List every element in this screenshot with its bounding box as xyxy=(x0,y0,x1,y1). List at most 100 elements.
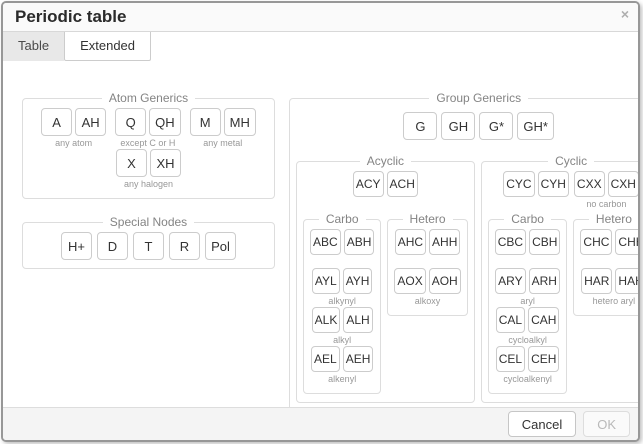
ah-button[interactable]: AH xyxy=(75,108,106,136)
special-nodes-legend: Special Nodes xyxy=(103,215,194,229)
left-column: Atom Generics A AH any atom Q xyxy=(22,91,275,269)
t-button[interactable]: T xyxy=(133,232,164,260)
cyclic-carbo-section: Carbo CBC CBH xyxy=(488,212,568,394)
acyclic-inner-row: Carbo ABC ABH xyxy=(303,212,468,394)
aoh-button[interactable]: AOH xyxy=(429,268,461,294)
r-button[interactable]: R xyxy=(169,232,200,260)
periodic-table-dialog: Periodic table × Table Extended Atom Gen… xyxy=(1,1,640,442)
hah-button[interactable]: HAH xyxy=(615,268,638,294)
q-button[interactable]: Q xyxy=(115,108,146,136)
button-pair: ABC ABH xyxy=(310,229,374,268)
page: Periodic table × Table Extended Atom Gen… xyxy=(0,0,643,444)
dialog-footer: Cancel OK xyxy=(3,407,638,440)
ahc-button[interactable]: AHC xyxy=(395,229,426,255)
x-button[interactable]: X xyxy=(116,149,147,177)
cah-button[interactable]: CAH xyxy=(528,307,559,333)
button-pair: ALK ALH alkyl xyxy=(312,307,373,346)
button-pair: AEL AEH alkenyl xyxy=(311,346,373,385)
button-pair: CHC CHH xyxy=(580,229,638,268)
pair-caption: any atom xyxy=(55,137,92,149)
alh-button[interactable]: ALH xyxy=(343,307,372,333)
cyclic-top-row: CYC CYH CXX CXH xyxy=(488,171,638,210)
qh-button[interactable]: QH xyxy=(149,108,181,136)
cxx-button[interactable]: CXX xyxy=(574,171,605,197)
acyclic-section: Acyclic ACY ACH xyxy=(296,154,475,403)
chh-button[interactable]: CHH xyxy=(615,229,638,255)
ceh-button[interactable]: CEH xyxy=(528,346,559,372)
ayh-button[interactable]: AYH xyxy=(343,268,373,294)
button-pair: CAL CAH cycloalkyl xyxy=(496,307,560,346)
button-pair: X XH any halogen xyxy=(116,149,181,190)
arh-button[interactable]: ARH xyxy=(529,268,560,294)
dialog-title: Periodic table xyxy=(3,3,638,31)
acyclic-top-row: ACY ACH xyxy=(303,171,468,210)
cbh-button[interactable]: CBH xyxy=(529,229,560,255)
group-generics-row: G GH G* GH* xyxy=(296,112,638,140)
m-button[interactable]: M xyxy=(190,108,221,136)
atom-generics-row-2: X XH any halogen xyxy=(29,149,268,190)
mh-button[interactable]: MH xyxy=(224,108,256,136)
pol-button[interactable]: Pol xyxy=(205,232,236,260)
cyc-button[interactable]: CYC xyxy=(503,171,534,197)
tab-table[interactable]: Table xyxy=(3,32,64,61)
pair-caption: hetero aryl xyxy=(593,295,636,307)
cyclic-hetero-legend: Hetero xyxy=(589,212,638,226)
a-button[interactable]: A xyxy=(41,108,72,136)
button-pair: AOX AOH alkoxy xyxy=(394,268,460,307)
pair-caption: alkyl xyxy=(333,334,351,346)
cyclic-hetero-section: Hetero CHC CHH xyxy=(573,212,638,316)
button-pair: ACY ACH xyxy=(353,171,418,210)
button-pair: A AH any atom xyxy=(41,108,106,149)
button-pair: CEL CEH cycloalkenyl xyxy=(496,346,560,385)
acyclic-hetero-legend: Hetero xyxy=(403,212,453,226)
h-plus-button[interactable]: H+ xyxy=(61,232,92,260)
ok-button[interactable]: OK xyxy=(583,411,630,437)
pair-caption: cycloalkyl xyxy=(508,334,547,346)
pair-caption: any halogen xyxy=(124,178,173,190)
pair-caption: cycloalkenyl xyxy=(503,373,552,385)
cal-button[interactable]: CAL xyxy=(496,307,525,333)
group-generics-subsections: Acyclic ACY ACH xyxy=(296,154,638,403)
ayl-button[interactable]: AYL xyxy=(312,268,340,294)
cyclic-legend: Cyclic xyxy=(548,154,594,168)
button-pair: ARY ARH aryl xyxy=(495,268,560,307)
cyh-button[interactable]: CYH xyxy=(538,171,569,197)
abh-button[interactable]: ABH xyxy=(344,229,375,255)
ach-button[interactable]: ACH xyxy=(387,171,418,197)
tab-extended[interactable]: Extended xyxy=(64,32,151,61)
group-generics-section: Group Generics G GH G* GH* Acyclic xyxy=(289,91,638,407)
cancel-button[interactable]: Cancel xyxy=(508,411,576,437)
cxh-button[interactable]: CXH xyxy=(608,171,638,197)
cel-button[interactable]: CEL xyxy=(496,346,525,372)
g-star-button[interactable]: G* xyxy=(479,112,513,140)
ary-button[interactable]: ARY xyxy=(495,268,525,294)
gh-star-button[interactable]: GH* xyxy=(517,112,554,140)
d-button[interactable]: D xyxy=(97,232,128,260)
gh-button[interactable]: GH xyxy=(441,112,475,140)
pair-caption: any metal xyxy=(203,137,242,149)
button-pair: Q QH except C or H xyxy=(115,108,181,149)
button-pair: M MH any metal xyxy=(190,108,256,149)
abc-button[interactable]: ABC xyxy=(310,229,341,255)
aox-button[interactable]: AOX xyxy=(394,268,425,294)
right-column: Group Generics G GH G* GH* Acyclic xyxy=(289,91,638,407)
acyclic-legend: Acyclic xyxy=(360,154,411,168)
chc-button[interactable]: CHC xyxy=(580,229,612,255)
pair-caption: no carbon xyxy=(586,198,626,210)
ael-button[interactable]: AEL xyxy=(311,346,340,372)
acy-button[interactable]: ACY xyxy=(353,171,384,197)
button-pair: HAR HAH hetero aryl xyxy=(581,268,638,307)
close-icon[interactable]: × xyxy=(621,7,629,21)
pair-caption: alkoxy xyxy=(415,295,441,307)
cyclic-inner-row: Carbo CBC CBH xyxy=(488,212,638,394)
g-button[interactable]: G xyxy=(403,112,437,140)
har-button[interactable]: HAR xyxy=(581,268,612,294)
button-pair: AHC AHH xyxy=(395,229,461,268)
ahh-button[interactable]: AHH xyxy=(429,229,460,255)
aeh-button[interactable]: AEH xyxy=(343,346,374,372)
cbc-button[interactable]: CBC xyxy=(495,229,526,255)
pair-caption: except C or H xyxy=(120,137,175,149)
xh-button[interactable]: XH xyxy=(150,149,181,177)
acyclic-carbo-section: Carbo ABC ABH xyxy=(303,212,381,394)
alk-button[interactable]: ALK xyxy=(312,307,341,333)
